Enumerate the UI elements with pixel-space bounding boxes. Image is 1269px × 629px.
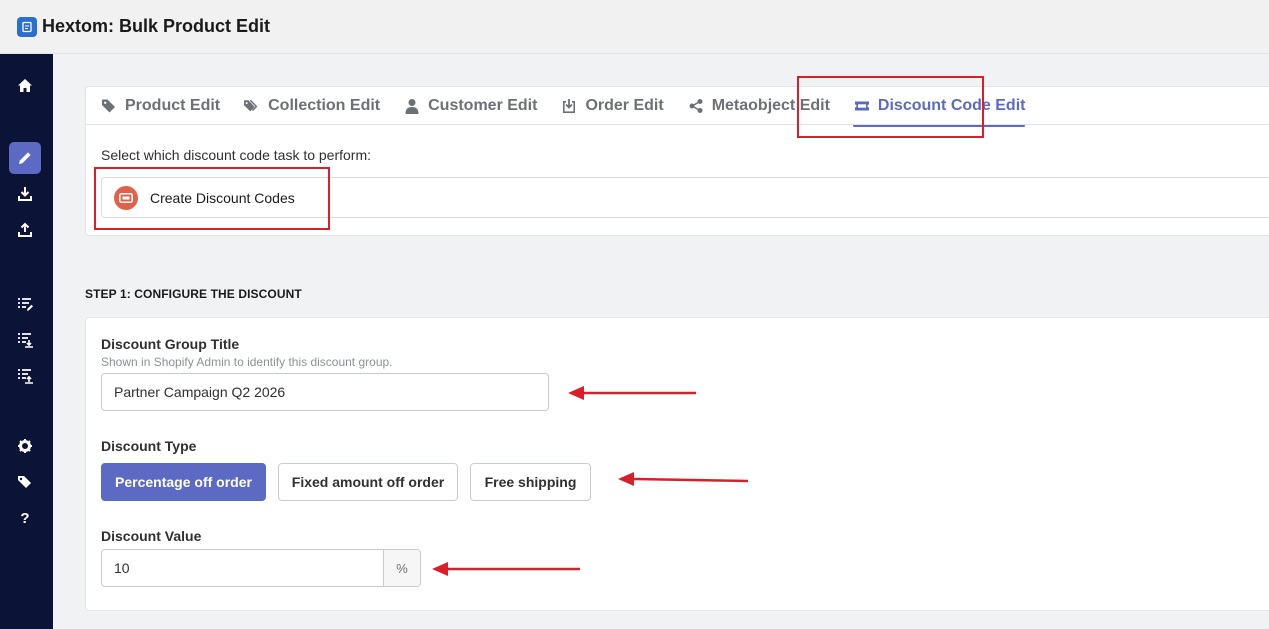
tags-icon	[244, 99, 258, 112]
group-title-label: Discount Group Title	[101, 336, 240, 352]
fixed-amount-off-order-button[interactable]: Fixed amount off order	[278, 463, 458, 501]
app-logo-icon	[17, 16, 37, 37]
list-edit-icon[interactable]	[9, 288, 41, 320]
tab-order-edit[interactable]: Order Edit	[561, 87, 664, 125]
annotation-box-create-codes	[94, 167, 330, 230]
discount-value-label: Discount Value	[101, 528, 202, 544]
tab-customer-edit[interactable]: Customer Edit	[404, 87, 537, 125]
help-icon[interactable]: ?	[9, 502, 41, 534]
home-icon[interactable]	[9, 70, 41, 102]
tab-collection-edit[interactable]: Collection Edit	[244, 87, 380, 125]
download-box-icon	[563, 99, 576, 113]
discount-value-input[interactable]: 10 %	[101, 549, 421, 587]
tab-divider	[86, 124, 1269, 125]
discount-value-field[interactable]: 10	[102, 550, 383, 586]
pencil-icon[interactable]	[9, 142, 41, 174]
group-title-help: Shown in Shopify Admin to identify this …	[101, 355, 393, 369]
step-title: STEP 1: CONFIGURE THE DISCOUNT	[85, 287, 302, 301]
percent-suffix: %	[383, 550, 420, 586]
annotation-arrow-type	[618, 472, 749, 486]
app-title: Hextom: Bulk Product Edit	[42, 16, 271, 36]
sidebar: ?	[0, 54, 53, 629]
percentage-off-order-button[interactable]: Percentage off order	[101, 463, 266, 501]
app-header: Hextom: Bulk Product Edit	[0, 0, 1269, 54]
gear-icon[interactable]	[9, 430, 41, 462]
tag-icon	[102, 99, 115, 113]
discount-type-label: Discount Type	[101, 438, 197, 454]
annotation-arrow-value	[432, 562, 580, 576]
share-icon	[689, 99, 703, 113]
group-title-input[interactable]: Partner Campaign Q2 2026	[101, 373, 549, 411]
annotation-arrow-title	[568, 386, 696, 400]
user-icon	[405, 99, 419, 114]
download-icon[interactable]	[9, 178, 41, 210]
discount-config-card: Discount Group Title Shown in Shopify Ad…	[85, 317, 1269, 611]
annotation-box-discount-tab	[797, 76, 984, 138]
upload-icon[interactable]	[9, 214, 41, 246]
tab-product-edit[interactable]: Product Edit	[101, 87, 220, 125]
list-download-icon[interactable]	[9, 324, 41, 356]
tags-icon[interactable]	[9, 466, 41, 498]
list-upload-icon[interactable]	[9, 360, 41, 392]
free-shipping-button[interactable]: Free shipping	[470, 463, 591, 501]
task-prompt: Select which discount code task to perfo…	[101, 147, 372, 163]
